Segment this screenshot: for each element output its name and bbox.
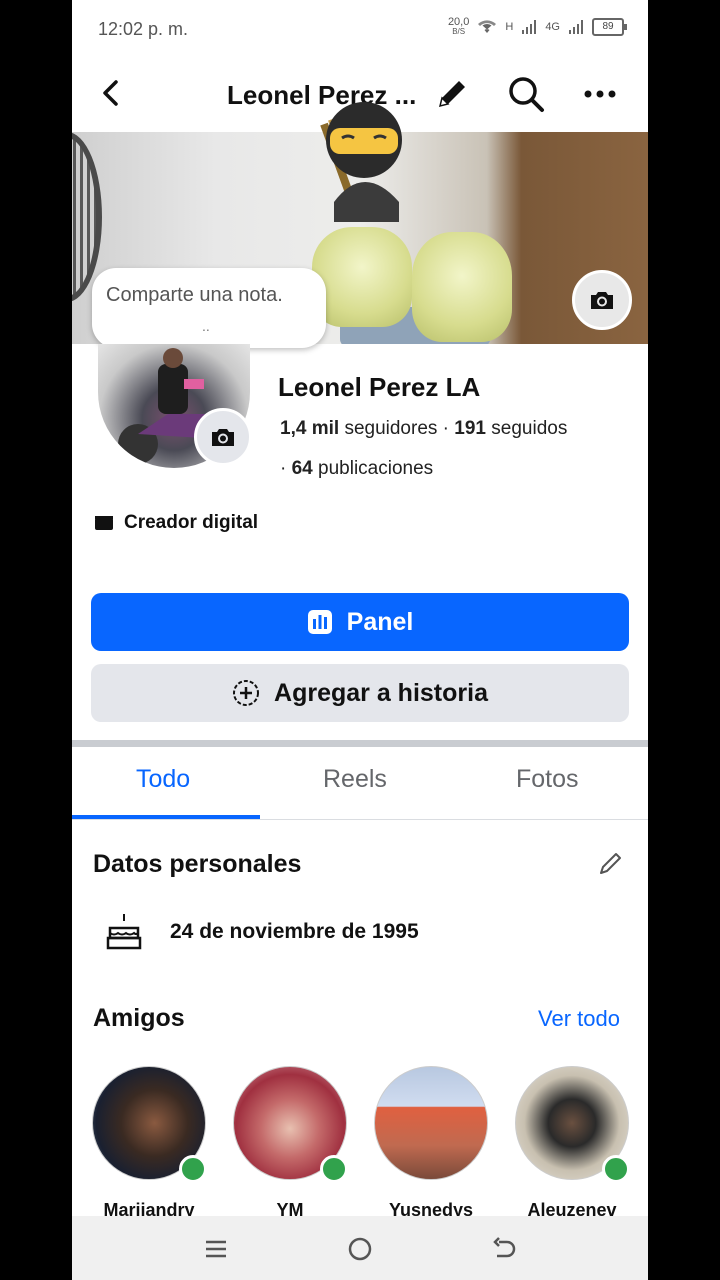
- online-status-dot: [602, 1155, 630, 1183]
- following-count[interactable]: 191: [454, 418, 486, 439]
- back-arrow-icon[interactable]: [94, 76, 128, 110]
- online-status-dot: [179, 1155, 207, 1183]
- stats-separator: ·: [442, 418, 449, 439]
- profile-tabs: Todo Reels Fotos: [72, 747, 648, 820]
- add-to-story-label: Agregar a historia: [274, 678, 488, 707]
- creator-category-label: Creador digital: [124, 512, 259, 533]
- status-icons: 20,0 B/S H 4G 89: [448, 17, 627, 37]
- cover-shoe-left: [312, 227, 412, 327]
- clapperboard-icon: [95, 516, 113, 530]
- friend-card[interactable]: Aleuzenev: [515, 1066, 630, 1221]
- status-time: 12:02 p. m.: [98, 19, 189, 39]
- posts-label: publicaciones: [318, 458, 434, 479]
- net-speed-value: 20,0: [447, 16, 470, 28]
- share-note-placeholder: Comparte una nota.: [106, 284, 283, 306]
- friend-card[interactable]: YM: [233, 1066, 348, 1221]
- friends-title: Amigos: [93, 1004, 185, 1032]
- profile-name: Leonel Perez LA: [278, 372, 481, 402]
- network-type: H: [505, 21, 514, 33]
- home-circle-icon[interactable]: [345, 1234, 375, 1264]
- ninja-emoji-icon: [320, 102, 402, 222]
- friend-avatar: [92, 1066, 207, 1183]
- avatar-camera-button[interactable]: [194, 408, 252, 466]
- share-note-dots: ..: [202, 318, 210, 334]
- profile-stats-posts: · 64 publicaciones: [280, 458, 433, 480]
- friend-avatar: [515, 1066, 630, 1183]
- friend-card[interactable]: Marijandry: [92, 1066, 207, 1221]
- friend-avatar: [233, 1066, 348, 1183]
- net-speed-unit: B/S: [452, 27, 466, 36]
- birthday-row: 24 de noviembre de 1995: [104, 912, 419, 952]
- back-icon[interactable]: [489, 1234, 519, 1264]
- active-tab-indicator: [72, 815, 260, 819]
- signal-icon-2: [569, 20, 583, 34]
- network-type-2: 4G: [545, 21, 560, 33]
- menu-icon[interactable]: [201, 1234, 231, 1264]
- more-options-icon[interactable]: [580, 74, 620, 114]
- following-label[interactable]: seguidos: [491, 418, 567, 439]
- stats-separator: ·: [280, 458, 287, 479]
- tab-all[interactable]: Todo: [136, 765, 190, 794]
- camera-icon: [212, 429, 234, 446]
- search-icon[interactable]: [506, 74, 546, 114]
- add-circle-icon: [233, 680, 260, 706]
- cover-camera-button[interactable]: [572, 270, 632, 330]
- pencil-icon[interactable]: [432, 74, 472, 114]
- followers-label[interactable]: seguidores: [344, 418, 437, 439]
- personal-info-title: Datos personales: [93, 850, 302, 878]
- bar-chart-icon: [307, 610, 332, 634]
- followers-count[interactable]: 1,4 mil: [280, 418, 339, 439]
- system-navigation-bar: [72, 1216, 648, 1280]
- add-to-story-button[interactable]: Agregar a historia: [91, 664, 629, 722]
- see-all-friends-link[interactable]: Ver todo: [538, 1006, 620, 1032]
- friend-card[interactable]: Yusnedys: [374, 1066, 488, 1221]
- signal-icon: [522, 20, 537, 34]
- posts-count: 64: [291, 458, 313, 479]
- battery-indicator: 89: [592, 18, 627, 36]
- cover-shoe-right: [412, 232, 512, 342]
- dashboard-button[interactable]: Panel: [91, 593, 629, 651]
- tab-reels[interactable]: Reels: [323, 765, 387, 794]
- status-bar: 12:02 p. m. 20,0 B/S H 4G 89: [72, 0, 648, 58]
- birthday-date: 24 de noviembre de 1995: [170, 920, 419, 943]
- creator-category: Creador digital: [94, 512, 258, 534]
- wifi-icon: [478, 20, 497, 33]
- friend-avatar: [374, 1066, 488, 1180]
- birthday-cake-icon: [106, 914, 142, 950]
- profile-stats-followers: 1,4 mil seguidores · 191 seguidos: [280, 418, 567, 440]
- net-speed: 20,0 B/S: [448, 17, 469, 37]
- online-status-dot: [320, 1155, 348, 1183]
- edit-pencil-icon[interactable]: [596, 848, 626, 878]
- share-note-bubble[interactable]: Comparte una nota. ..: [92, 268, 326, 348]
- dashboard-button-label: Panel: [346, 607, 414, 636]
- section-divider: [72, 740, 648, 747]
- tab-photos[interactable]: Fotos: [516, 765, 579, 794]
- phone-screen: 12:02 p. m. 20,0 B/S H 4G 89 Leonel Pere…: [72, 0, 648, 1280]
- camera-icon: [591, 292, 613, 309]
